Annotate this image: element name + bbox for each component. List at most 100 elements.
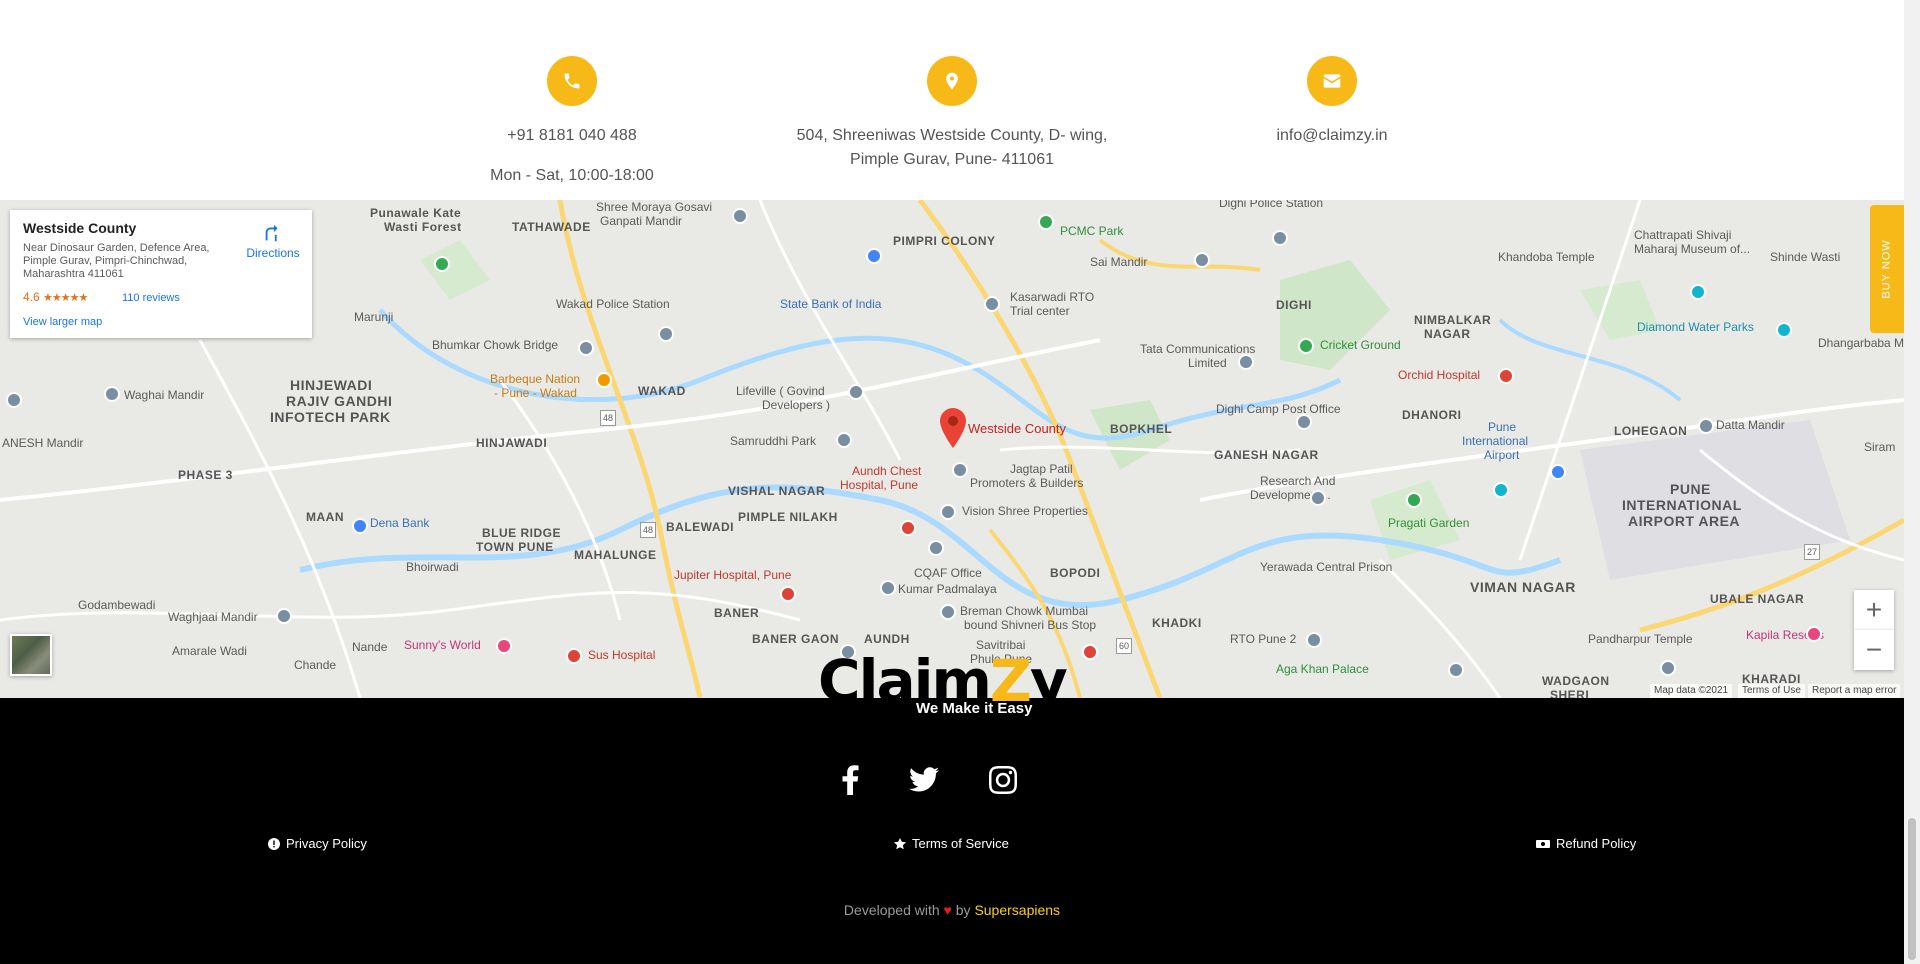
government-icon[interactable] [928, 540, 944, 556]
bank-icon[interactable] [866, 248, 882, 264]
contact-address-column: 504, Shreeniwas Westside County, D- wing… [742, 56, 1162, 188]
park-icon[interactable] [434, 256, 450, 272]
buy-now-label: BUY NOW [1881, 239, 1894, 299]
water-park-icon[interactable] [1776, 322, 1792, 338]
museum-icon[interactable] [1690, 284, 1706, 300]
refund-policy-link[interactable]: Refund Policy [1536, 836, 1636, 851]
place-rating: 4.6 ★★★★★ [23, 290, 88, 304]
map-label-breman-2: bound Shivneri Bus Stop [964, 618, 1097, 632]
privacy-policy-link[interactable]: Privacy Policy [268, 836, 367, 851]
location-pin-icon[interactable] [938, 408, 968, 448]
temple-icon[interactable] [104, 386, 120, 402]
zoom-in-button[interactable]: + [1854, 590, 1894, 630]
facebook-icon[interactable] [832, 762, 868, 798]
map-label-jagtap: Jagtap Patil [1010, 462, 1073, 476]
map-label-sheri: SHERI [1550, 688, 1590, 698]
claimzy-logo[interactable]: ClaimZy We Make it Easy [818, 650, 1088, 720]
map-label-chattrapati-2: Maharaj Museum of... [1634, 242, 1751, 256]
post-office-icon[interactable] [1296, 414, 1312, 430]
instagram-icon[interactable] [985, 762, 1021, 798]
supersapiens-link[interactable]: Supersapiens [974, 902, 1060, 918]
map-label-research: Research And [1260, 474, 1336, 488]
place-icon[interactable] [940, 504, 956, 520]
hospital-icon[interactable] [780, 586, 796, 602]
directions-button[interactable]: Directions [238, 222, 308, 260]
email-link[interactable]: info@claimzy.in [1122, 124, 1542, 148]
place-icon[interactable] [984, 296, 1000, 312]
map-label-datta: Datta Mandir [1716, 418, 1785, 432]
buy-now-tab[interactable]: BUY NOW [1870, 205, 1904, 333]
temple-icon[interactable] [732, 208, 748, 224]
terms-of-service-link[interactable]: Terms of Service [894, 836, 1009, 851]
resort-icon[interactable] [1806, 626, 1822, 642]
hospital-icon[interactable] [1498, 368, 1514, 384]
hospital-icon[interactable] [900, 520, 916, 536]
map-label-pragati: Pragati Garden [1388, 516, 1470, 530]
twitter-icon[interactable] [906, 762, 942, 798]
hospital-icon[interactable] [566, 648, 582, 664]
map-label-punawale: Punawale Kate [370, 206, 462, 220]
place-info-card: Westside County Near Dinosaur Garden, De… [10, 210, 312, 338]
map-label-baner-gaon: BANER GAON [752, 632, 840, 646]
place-icon[interactable] [952, 462, 968, 478]
map-label-bhumkar: Bhumkar Chowk Bridge [432, 338, 559, 352]
map-label-phase3: PHASE 3 [178, 468, 233, 482]
place-icon[interactable] [1272, 230, 1288, 246]
scrollbar-thumb[interactable] [1908, 818, 1916, 960]
reviews-link[interactable]: 110 reviews [122, 292, 180, 304]
airport-icon[interactable] [1550, 464, 1566, 480]
place-icon[interactable] [940, 604, 956, 620]
zoom-out-button[interactable]: − [1854, 630, 1894, 670]
place-name: Westside County [23, 220, 137, 236]
place-icon[interactable] [1310, 490, 1326, 506]
map-label-rajiv: RAJIV GANDHI [286, 393, 393, 409]
map-label-aundh-chest: Aundh Chest [852, 464, 922, 478]
bank-icon[interactable] [352, 518, 368, 534]
satellite-toggle[interactable] [10, 634, 52, 676]
temple-icon[interactable] [1698, 418, 1714, 434]
amusement-icon[interactable] [496, 638, 512, 654]
place-icon[interactable] [1238, 354, 1254, 370]
info-icon [268, 837, 280, 850]
place-icon[interactable] [880, 580, 896, 596]
museum-icon[interactable] [1448, 662, 1464, 678]
restaurant-icon[interactable] [596, 372, 612, 388]
map-label-waghai: Waghai Mandir [124, 388, 205, 402]
map-label-tathawade: TATHAWADE [512, 220, 591, 234]
park-icon[interactable] [1038, 214, 1054, 230]
map-label-wakad: WAKAD [638, 384, 686, 398]
phone-number[interactable]: +91 8181 040 488 [362, 124, 782, 148]
temple-icon[interactable] [6, 392, 22, 408]
park-icon[interactable] [1406, 492, 1422, 508]
place-icon[interactable] [848, 384, 864, 400]
temple-icon[interactable] [276, 608, 292, 624]
temple-icon[interactable] [1194, 252, 1210, 268]
footer [0, 698, 1904, 964]
airport-icon[interactable] [1493, 482, 1509, 498]
map-label-bhoirwadi: Bhoirwadi [406, 560, 459, 574]
terms-of-service-label: Terms of Service [912, 836, 1009, 851]
map-label-jupiter: Jupiter Hospital, Pune [674, 568, 792, 582]
government-icon[interactable] [1306, 632, 1322, 648]
place-icon[interactable] [578, 340, 594, 356]
location-pin-label[interactable]: Westside County [968, 422, 1066, 436]
report-map-error-link[interactable]: Report a map error [1808, 684, 1901, 698]
rating-value: 4.6 [23, 290, 40, 304]
privacy-policy-label: Privacy Policy [286, 836, 367, 851]
map-label-ganesh-nagar: GANESH NAGAR [1214, 448, 1319, 462]
map-label-mahalunge: MAHALUNGE [574, 548, 657, 562]
park-icon[interactable] [1298, 338, 1314, 354]
map-label-sunny: Sunny's World [404, 638, 481, 652]
map-label-waghjaai: Waghjaai Mandir [168, 610, 258, 624]
view-larger-map-link[interactable]: View larger map [23, 316, 102, 328]
page-scrollbar[interactable] [1904, 0, 1920, 964]
place-icon[interactable] [836, 432, 852, 448]
map-label-pune-airport-2: INTERNATIONAL [1622, 497, 1742, 513]
map-label-marunji: Marunji [354, 310, 394, 324]
directions-icon [265, 224, 278, 242]
map-label-hinjawadi-2: HINJAWADI [476, 436, 548, 450]
terms-of-use-link[interactable]: Terms of Use [1738, 684, 1805, 698]
map-label-godambewadi: Godambewadi [78, 598, 156, 612]
place-icon[interactable] [658, 326, 674, 342]
temple-icon[interactable] [1660, 660, 1676, 676]
